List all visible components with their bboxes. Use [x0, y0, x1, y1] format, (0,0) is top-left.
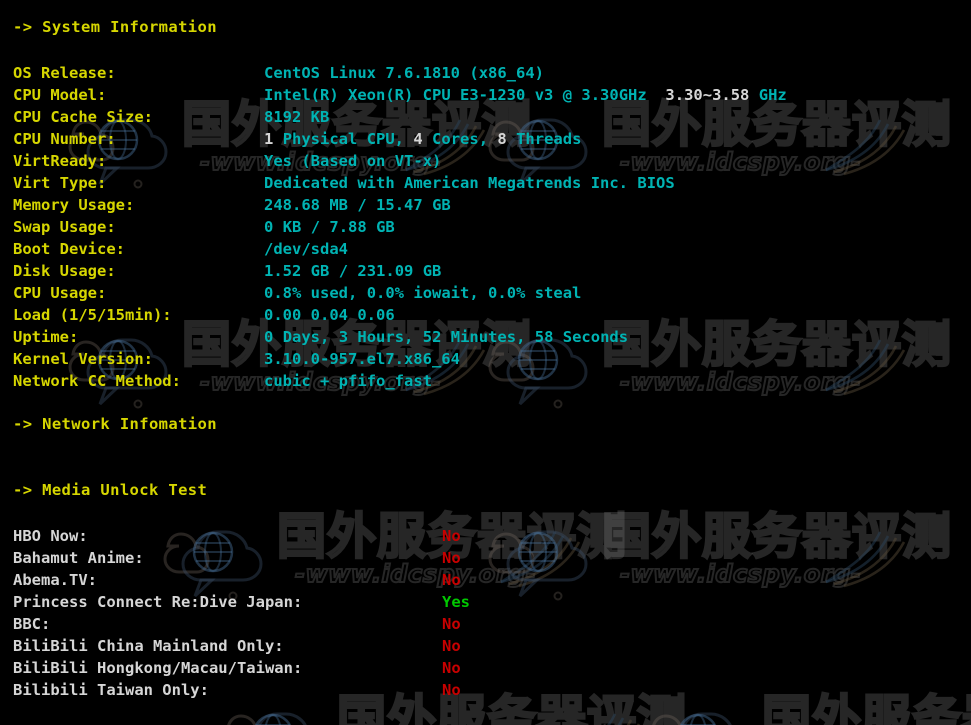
system-info-label: Swap Usage:: [13, 218, 116, 236]
section-heading-system: -> System Information: [13, 18, 217, 36]
system-info-value: cubic + pfifo_fast: [264, 372, 433, 390]
media-unlock-result: No: [442, 527, 461, 545]
media-unlock-result: No: [442, 615, 461, 633]
system-info-value: 1.52 GB / 231.09 GB: [264, 262, 442, 280]
terminal-text-layer: -> System Information OS Release: CentOS …: [0, 0, 971, 725]
media-unlock-label: BBC:: [13, 615, 51, 633]
system-info-label: Kernel Version:: [13, 350, 153, 368]
media-unlock-label: HBO Now:: [13, 527, 88, 545]
system-info-value: 0 KB / 7.88 GB: [264, 218, 395, 236]
section-heading-network: -> Network Infomation: [13, 415, 217, 433]
media-unlock-result: Yes: [442, 593, 470, 611]
media-unlock-label: Princess Connect Re:Dive Japan:: [13, 593, 303, 611]
system-info-label: Boot Device:: [13, 240, 125, 258]
system-info-value: 0 Days, 3 Hours, 52 Minutes, 58 Seconds: [264, 328, 629, 346]
section-heading-media: -> Media Unlock Test: [13, 481, 208, 499]
system-info-label: Disk Usage:: [13, 262, 116, 280]
system-info-label: CPU Model:: [13, 86, 107, 104]
system-info-value: /dev/sda4: [264, 240, 348, 258]
system-info-label: Load (1/5/15min):: [13, 306, 172, 324]
system-info-value: Intel(R) Xeon(R) CPU E3-1230 v3 @ 3.30GH…: [264, 86, 787, 104]
system-info-value: 1 Physical CPU, 4 Cores, 8 Threads: [264, 130, 582, 148]
media-unlock-label: BiliBili Hongkong/Macau/Taiwan:: [13, 659, 303, 677]
system-info-value: 8192 KB: [264, 108, 330, 126]
media-unlock-result: No: [442, 549, 461, 567]
terminal-window: 国外服务器评测 -www.idcspy.org- 国外服务器评测 -www.idcsp…: [0, 0, 971, 725]
system-info-value: CentOS Linux 7.6.1810 (x86_64): [264, 64, 545, 82]
system-info-label: Virt Type:: [13, 174, 107, 192]
media-unlock-label: Abema.TV:: [13, 571, 97, 589]
system-info-label: CPU Number:: [13, 130, 116, 148]
system-info-value: Yes (Based on VT-x): [264, 152, 442, 170]
system-info-label: Memory Usage:: [13, 196, 135, 214]
system-info-value: 3.10.0-957.el7.x86_64: [264, 350, 460, 368]
system-info-label: OS Release:: [13, 64, 116, 82]
system-info-label: CPU Usage:: [13, 284, 107, 302]
media-unlock-result: No: [442, 659, 461, 677]
media-unlock-result: No: [442, 681, 461, 699]
system-info-value: 248.68 MB / 15.47 GB: [264, 196, 451, 214]
media-unlock-result: No: [442, 571, 461, 589]
system-info-label: Uptime:: [13, 328, 79, 346]
media-unlock-result: No: [442, 637, 461, 655]
system-info-value: 0.00 0.04 0.06: [264, 306, 395, 324]
media-unlock-label: Bilibili Taiwan Only:: [13, 681, 209, 699]
system-info-label: CPU Cache Size:: [13, 108, 153, 126]
system-info-label: Network CC Method:: [13, 372, 181, 390]
media-unlock-label: Bahamut Anime:: [13, 549, 144, 567]
system-info-label: VirtReady:: [13, 152, 107, 170]
media-unlock-label: BiliBili China Mainland Only:: [13, 637, 284, 655]
system-info-value: 0.8% used, 0.0% iowait, 0.0% steal: [264, 284, 582, 302]
system-info-value: Dedicated with American Megatrends Inc. …: [264, 174, 675, 192]
